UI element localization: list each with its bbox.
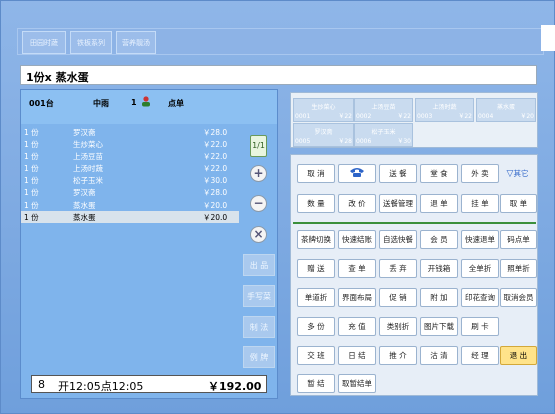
sold-out-button[interactable]: 沽 清 (420, 346, 458, 365)
page-indicator[interactable]: 1/1 (250, 135, 267, 157)
quick-refund-button[interactable]: 快速退单 (461, 230, 499, 249)
category-tab[interactable]: 铁板系列 (70, 31, 112, 54)
daily-close-button[interactable]: 日 结 (338, 346, 376, 365)
remove-button[interactable]: × (250, 226, 267, 243)
quick-checkout-button[interactable]: 快速结账 (338, 230, 376, 249)
menu-item[interactable]: 松子玉米 0006 ￥30 (354, 123, 413, 147)
order-list[interactable]: 1 份罗汉斋 ￥28.0 1 份生炒菜心 ￥22.0 1 份上汤豆苗 ￥22.0 1 … (21, 126, 239, 223)
print-query-button[interactable]: 印花查询 (461, 288, 499, 307)
order-line[interactable]: 1 份罗汉斋 ￥28.0 (21, 186, 239, 198)
menu-item[interactable]: 蒸水蛋 0004 ￥20 (476, 98, 536, 122)
cancel-member-button[interactable]: 取消会员 (500, 288, 537, 307)
menu-item[interactable]: 罗汉斋 0005 ￥28 (293, 123, 354, 147)
category-tab[interactable]: 营养靓汤 (116, 31, 156, 54)
code-order-button[interactable]: 码点单 (500, 230, 537, 249)
phone-button[interactable] (338, 164, 376, 183)
full-discount-button[interactable]: 全单折 (461, 259, 499, 278)
other-dropdown[interactable]: ▽ 其它 (500, 164, 535, 183)
person-icon (140, 96, 152, 109)
query-button[interactable]: 查 单 (338, 259, 376, 278)
current-dish-display: 1份x 蒸水蛋 (20, 65, 537, 85)
pick-order-button[interactable]: 取 单 (500, 194, 537, 213)
order-line[interactable]: 1 份上汤豆苗 ￥22.0 (21, 150, 239, 162)
cancel-button[interactable]: 取 消 (297, 164, 335, 183)
hold-order-button[interactable]: 挂 单 (461, 194, 499, 213)
phone-icon (349, 167, 365, 180)
menu-item-panel: 生炒菜心 0001 ￥22 上汤豆苗 0002 ￥22 上汤时蔬 0003 ￥22 蒸水蛋 0… (290, 92, 538, 148)
order-line[interactable]: 1 份松子玉米 ￥30.0 (21, 174, 239, 186)
order-header: 001台 中雨 1 点单 (21, 90, 277, 124)
guest-count: 1 (131, 98, 137, 107)
handwrite-button[interactable]: 手写菜 (243, 285, 275, 307)
category-discount-button[interactable]: 类别折 (379, 317, 417, 336)
category-tab[interactable]: 田园时蔬 (22, 31, 66, 54)
takeout-button[interactable]: 外 卖 (461, 164, 499, 183)
recommend-button[interactable]: 推 介 (379, 346, 417, 365)
item-count: 8 (38, 378, 45, 391)
order-label: 点单 (168, 99, 184, 108)
cancel-settle-button[interactable]: 取暂结单 (338, 374, 376, 393)
discard-button[interactable]: 丢 弃 (379, 259, 417, 278)
dine-in-button[interactable]: 堂 食 (420, 164, 458, 183)
function-button-panel: 取 消 送 餐 堂 食 外 卖 ▽ 其它 数 量 改 价 送餐管理 退 单 挂 单… (290, 154, 538, 396)
gift-button[interactable]: 赠 送 (297, 259, 335, 278)
serve-button[interactable]: 出 品 (243, 254, 275, 276)
refund-button[interactable]: 退 单 (420, 194, 458, 213)
recharge-button[interactable]: 充 值 (338, 317, 376, 336)
quantity-button[interactable]: 数 量 (297, 194, 335, 213)
side-panel-edge (541, 25, 555, 51)
total-amount: ￥192.00 (208, 380, 262, 393)
manager-button[interactable]: 经 理 (461, 346, 499, 365)
order-line[interactable]: 1 份罗汉斋 ￥28.0 (21, 126, 239, 138)
receipt-discount-button[interactable]: 照单折 (500, 259, 537, 278)
self-select-button[interactable]: 自选快餐 (379, 230, 417, 249)
total-bar: 8 开12:05点12:05 ￥192.00 (31, 375, 267, 393)
switch-button[interactable]: 茶牌切换 (297, 230, 335, 249)
method-button[interactable]: 制 法 (243, 316, 275, 338)
minus-button[interactable]: − (250, 195, 267, 212)
order-line[interactable]: 1 份蒸水蛋 ￥20.0 (21, 199, 239, 211)
order-line-selected[interactable]: 1 份蒸水蛋 ￥20.0 (21, 210, 239, 223)
edit-price-button[interactable]: 改 价 (338, 194, 376, 213)
menu-item[interactable]: 上汤时蔬 0003 ￥22 (415, 98, 474, 122)
layout-button[interactable]: 界面布局 (338, 288, 376, 307)
order-line[interactable]: 1 份上汤时蔬 ￥22.0 (21, 162, 239, 174)
member-button[interactable]: 会 员 (420, 230, 458, 249)
category-bar: 田园时蔬 铁板系列 营养靓汤 (17, 28, 544, 55)
menu-item[interactable]: 生炒菜心 0001 ￥22 (293, 98, 354, 122)
open-cashbox-button[interactable]: 开钱箱 (420, 259, 458, 278)
section-name: 中雨 (93, 99, 109, 108)
menu-item[interactable]: 上汤豆苗 0002 ￥22 (354, 98, 413, 122)
order-line[interactable]: 1 份生炒菜心 ￥22.0 (21, 138, 239, 150)
delivery-button[interactable]: 送 餐 (379, 164, 417, 183)
example-button[interactable]: 例 牌 (243, 346, 275, 368)
swipe-card-button[interactable]: 刷 卡 (461, 317, 499, 336)
shift-button[interactable]: 交 班 (297, 346, 335, 365)
image-download-button[interactable]: 图片下载 (420, 317, 458, 336)
temp-settle-button[interactable]: 暂 结 (297, 374, 335, 393)
exit-button[interactable]: 退 出 (500, 346, 537, 365)
order-panel: 001台 中雨 1 点单 1 份罗汉斋 ￥28.0 1 份生炒菜心 ￥22.0 1 … (20, 89, 278, 399)
app-window: 田园时蔬 铁板系列 营养靓汤 1份x 蒸水蛋 001台 中雨 1 点单 1 份罗… (0, 0, 555, 414)
delivery-mgmt-button[interactable]: 送餐管理 (379, 194, 417, 213)
order-time: 开12:05点12:05 (58, 380, 144, 393)
promo-button[interactable]: 促 销 (379, 288, 417, 307)
single-discount-button[interactable]: 单道折 (297, 288, 335, 307)
chevron-down-icon: ▽ (506, 168, 514, 179)
divider (293, 222, 536, 224)
plus-button[interactable]: + (250, 165, 267, 182)
add-on-button[interactable]: 附 加 (420, 288, 458, 307)
table-number: 001台 (29, 99, 54, 108)
multi-portion-button[interactable]: 多 份 (297, 317, 335, 336)
